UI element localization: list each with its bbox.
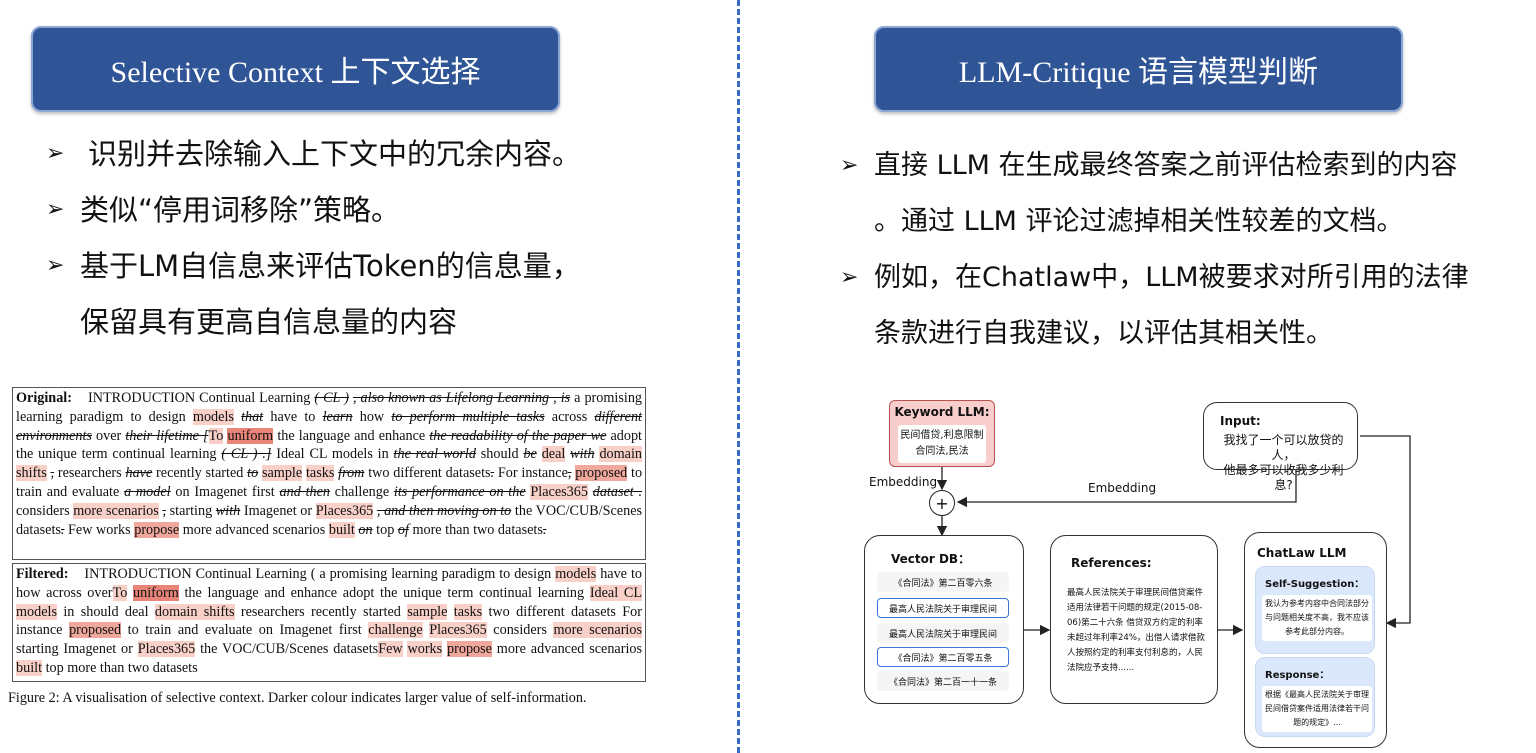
references-text: 最高人民法院关于审理民间借贷案件适用法律若干问题的规定(2015-08-06)第… <box>1067 588 1205 673</box>
left-bullet-list: ➢ 识别并去除输入上下文中的冗余内容。 ➢ 类似“停用词移除”策略。 ➢ 基于LM自信… <box>46 126 696 350</box>
figure-caption: Figure 2: A visualisation of selective c… <box>8 690 587 706</box>
arrow-bullet-icon: ➢ <box>840 265 859 290</box>
embedding-label-left: Embedding <box>869 475 938 489</box>
vector-item: 《合同法》第二百零六条 <box>877 572 1009 592</box>
right-bullet-2: ➢ 例如，在Chatlaw中，LLM被要求对所引用的法律 <box>840 250 1530 306</box>
vector-item: 《合同法》第二百一十一条 <box>877 671 1009 691</box>
left-bullet-3-continued: 保留具有更高自信息量的内容 <box>80 305 458 339</box>
left-title: Selective Context 上下文选择 <box>110 56 481 89</box>
left-title-box: Selective Context 上下文选择 <box>31 26 560 112</box>
right-title: LLM-Critique 语言模型判断 <box>958 56 1319 89</box>
vector-item-selected: 《合同法》第二百零五条 <box>877 647 1009 667</box>
left-bullet-1: ➢ 识别并去除输入上下文中的冗余内容。 <box>46 126 696 182</box>
chatlaw-llm-box: ChatLaw LLM Self-Suggestion： 我认为参考内容中合同法… <box>1244 532 1387 748</box>
arrow-bullet-icon: ➢ <box>46 141 65 166</box>
keyword-llm-output: 民间借贷,利息限制 合同法,民法 <box>898 425 986 463</box>
arrow-bullet-icon: ➢ <box>46 197 65 222</box>
input-box: Input: 我找了一个可以放贷的人， 他最多可以收我多少利息? <box>1203 402 1358 492</box>
original-label: Original: <box>16 390 72 406</box>
references-box: References: 最高人民法院关于审理民间借贷案件适用法律若干问题的规定(… <box>1050 535 1218 704</box>
right-bullet-2-continued: 条款进行自我建议，以评估其相关性。 <box>874 318 1333 349</box>
right-bullet-list: ➢ 直接 LLM 在生成最终答案之前评估检索到的内容 。通过 LLM 评论过滤掉相… <box>840 138 1530 362</box>
vector-db-box: Vector DB： 《合同法》第二百零六条 最高人民法院关于审理民间 最高人民… <box>864 535 1024 704</box>
arrow-bullet-icon: ➢ <box>840 153 859 178</box>
embedding-label-right: Embedding <box>1088 481 1157 495</box>
figure-original-panel: Original: INTRODUCTION Continual Learnin… <box>12 387 646 560</box>
figure-filtered-panel: Filtered: INTRODUCTION Continual Learnin… <box>12 563 646 682</box>
arrow-bullet-icon: ➢ <box>46 253 65 278</box>
left-bullet-2: ➢ 类似“停用词移除”策略。 <box>46 182 696 238</box>
left-bullet-3: ➢ 基于LM自信息来评估Token的信息量， <box>46 238 696 294</box>
right-bullet-1: ➢ 直接 LLM 在生成最终答案之前评估检索到的内容 <box>840 138 1530 194</box>
filtered-label: Filtered: <box>16 566 69 582</box>
response-box: Response： 根据《最高人民法院关于审理民间借贷案件适用法律若干问题的规定… <box>1255 657 1375 737</box>
vector-item-selected: 最高人民法院关于审理民间 <box>877 598 1009 618</box>
center-divider <box>737 0 740 753</box>
right-bullet-1-continued: 。通过 LLM 评论过滤掉相关性较差的文档。 <box>874 206 1404 237</box>
vector-item: 最高人民法院关于审理民间 <box>877 623 1009 643</box>
combine-plus-icon: + <box>929 490 955 516</box>
self-suggestion-box: Self-Suggestion： 我认为参考内容中合同法部分与问题相关度不高，我… <box>1255 566 1375 654</box>
right-title-box: LLM-Critique 语言模型判断 <box>874 26 1403 112</box>
keyword-llm-box: Keyword LLM: 民间借贷,利息限制 合同法,民法 <box>889 400 995 467</box>
